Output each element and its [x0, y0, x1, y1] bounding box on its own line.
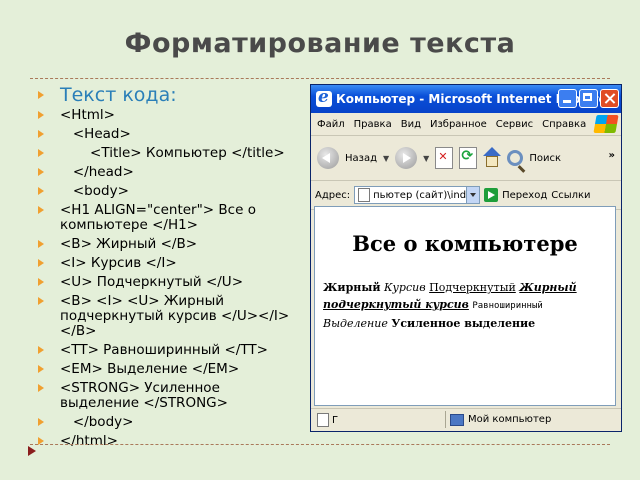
emphasis-text: Выделение — [323, 317, 388, 330]
menu-favorites[interactable]: Избранное — [430, 119, 487, 130]
code-line: <Title> Компьютер </title> — [38, 146, 300, 161]
bullet-icon — [38, 111, 44, 119]
page-heading: Все о компьютере — [352, 231, 578, 256]
page-icon — [317, 413, 329, 427]
slide-nav-arrow-icon — [28, 446, 36, 456]
bullet-icon — [38, 149, 44, 157]
code-line: </head> — [38, 165, 300, 180]
stop-icon[interactable] — [435, 147, 454, 169]
underline-text: Подчеркнутый — [429, 281, 516, 294]
bottom-divider — [30, 444, 610, 445]
window-controls — [558, 89, 619, 108]
bullet-icon — [38, 91, 44, 99]
bullet-icon — [38, 418, 44, 426]
code-line: <Head> — [38, 127, 300, 142]
bullet-icon — [38, 384, 44, 392]
italic-text: Курсив — [384, 281, 426, 294]
bullet-icon — [38, 346, 44, 354]
security-zone: Мой компьютер — [445, 411, 551, 428]
close-button[interactable] — [600, 89, 619, 108]
links-label[interactable]: Ссылки — [551, 190, 590, 201]
windows-flag-icon — [593, 115, 619, 133]
code-line: <TT> Равноширинный </TT> — [38, 343, 300, 358]
browser-titlebar[interactable]: Компьютер - Microsoft Internet Explorer — [311, 85, 621, 113]
menu-file[interactable]: Файл — [317, 119, 345, 130]
code-line: <I> Курсив </I> — [38, 256, 300, 271]
code-line: <Html> — [38, 108, 300, 123]
bullet-icon — [38, 365, 44, 373]
refresh-icon[interactable] — [459, 147, 478, 169]
minimize-button[interactable] — [558, 89, 577, 108]
toolbar-more-button[interactable]: » — [609, 150, 615, 161]
code-line: <body> — [38, 184, 300, 199]
address-input[interactable]: пьютер (сайт)\index.htm — [354, 186, 481, 204]
page-content: Все о компьютере Жирный Курсив Подчеркну… — [314, 206, 616, 406]
code-line: <U> Подчеркнутый </U> — [38, 275, 300, 290]
back-arrow-icon[interactable] — [317, 147, 339, 169]
bullet-icon — [38, 278, 44, 286]
status-text: Г — [332, 414, 339, 426]
slide-title: Форматирование текста — [124, 28, 516, 59]
chevron-down-icon[interactable] — [466, 187, 480, 203]
bullet-icon — [38, 130, 44, 138]
chevron-down-icon[interactable]: ▼ — [423, 154, 429, 163]
home-icon[interactable] — [483, 147, 502, 169]
bullet-icon — [38, 206, 44, 214]
bullet-icon — [38, 297, 44, 305]
teletype-text: Равноширинный — [472, 301, 543, 311]
forward-arrow-icon[interactable] — [395, 147, 418, 169]
code-line: <H1 ALIGN="center"> Все о компьютере </H… — [38, 203, 300, 233]
formatted-text: Жирный Курсив Подчеркнутый Жирный подчер… — [323, 279, 603, 332]
maximize-button[interactable] — [579, 89, 598, 108]
top-divider — [30, 78, 610, 79]
strong-text: Усиленное выделение — [391, 317, 536, 330]
search-icon[interactable] — [507, 150, 524, 166]
code-list-header: Текст кода: — [38, 84, 300, 106]
status-bar: Г Мой компьютер — [311, 408, 621, 431]
chevron-down-icon[interactable]: ▼ — [383, 154, 389, 163]
bold-text: Жирный — [323, 281, 381, 294]
bullet-icon — [38, 187, 44, 195]
address-label: Адрес: — [315, 189, 351, 201]
address-value: пьютер (сайт)\index.htm — [373, 189, 479, 201]
bullet-icon — [38, 240, 44, 248]
go-arrow-icon[interactable] — [484, 188, 499, 202]
code-line: </body> — [38, 415, 300, 430]
search-button-label[interactable]: Поиск — [529, 153, 561, 164]
computer-icon — [450, 413, 464, 426]
ie-logo-icon — [316, 87, 332, 107]
back-button-label[interactable]: Назад — [345, 153, 377, 164]
menu-view[interactable]: Вид — [401, 119, 421, 130]
bullet-icon — [38, 168, 44, 176]
menu-bar: Файл Правка Вид Избранное Сервис Справка — [311, 113, 621, 136]
go-button-label[interactable]: Переход — [502, 190, 547, 201]
zone-label: Мой компьютер — [468, 414, 552, 425]
code-line: </html> — [38, 434, 300, 449]
browser-window: Компьютер - Microsoft Internet Explorer … — [310, 84, 622, 432]
page-icon — [358, 188, 371, 202]
toolbar: Назад ▼ ▼ Поиск » — [311, 136, 621, 181]
menu-edit[interactable]: Правка — [354, 119, 392, 130]
menu-help[interactable]: Справка — [542, 119, 586, 130]
code-list: Текст кода: <Html> <Head> <Title> Компью… — [38, 84, 300, 453]
code-line: <B> <I> <U> Жирный подчеркнутый курсив <… — [38, 294, 300, 339]
code-line: <STRONG> Усиленное выделение </STRONG> — [38, 381, 300, 411]
bullet-icon — [38, 259, 44, 267]
code-line: <EM> Выделение </EM> — [38, 362, 300, 377]
menu-tools[interactable]: Сервис — [496, 119, 533, 130]
code-line: <B> Жирный </B> — [38, 237, 300, 252]
